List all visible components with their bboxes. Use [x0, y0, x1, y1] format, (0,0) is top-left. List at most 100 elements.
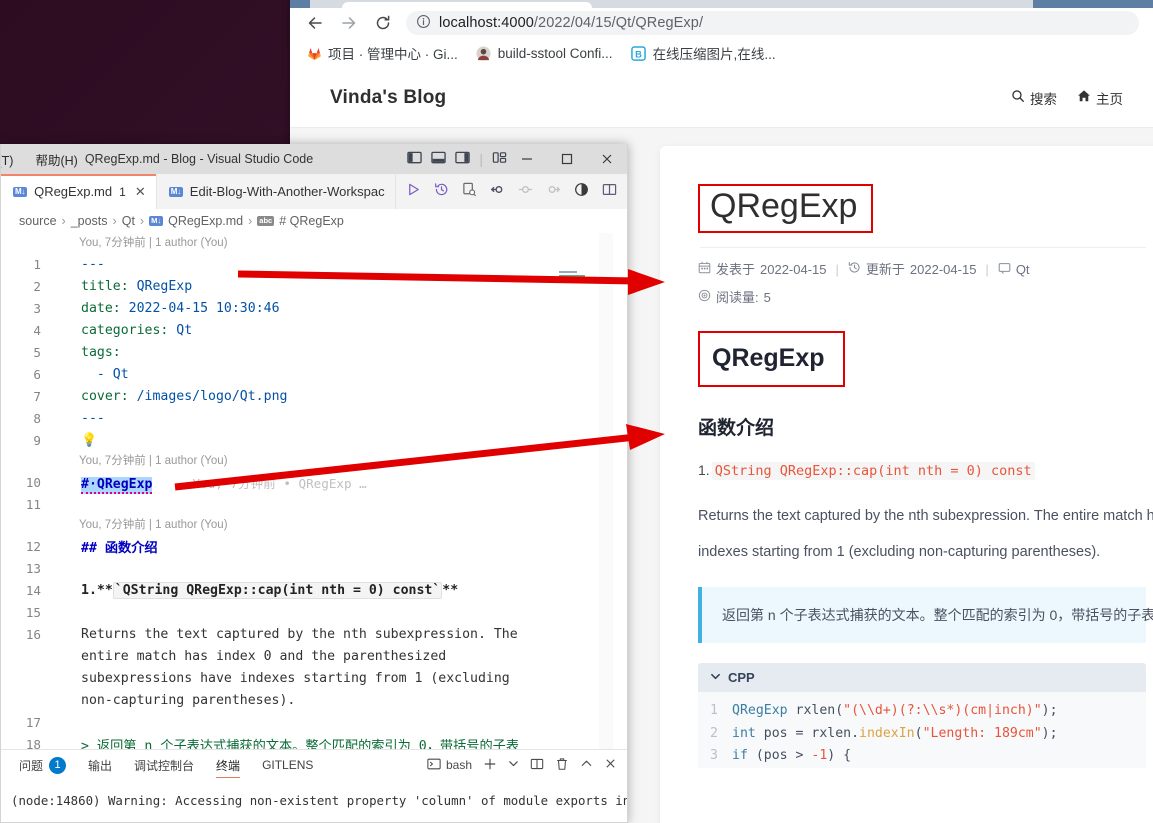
git-codelens[interactable]: You, 7分钟前 | 1 author (You)	[1, 451, 627, 471]
open-preview-icon[interactable]	[462, 182, 477, 202]
editor-line[interactable]: entire match has index 0 and the parenth…	[1, 645, 627, 667]
editor-scrollbar[interactable]	[599, 233, 613, 749]
split-editor-icon[interactable]	[602, 182, 617, 202]
code-editor[interactable]: You, 7分钟前 | 1 author (You) 1 --- 2 title: QR…	[1, 233, 627, 749]
article-paragraph-line-1: Returns the text captured by the nth sub…	[698, 507, 1153, 524]
panel-right-icon[interactable]	[455, 150, 471, 168]
line-content[interactable]: non-capturing parentheses).	[53, 693, 295, 708]
site-info-icon[interactable]	[416, 14, 431, 33]
layout-grid-icon[interactable]	[492, 150, 507, 168]
git-node-next-icon[interactable]	[546, 182, 561, 202]
close-icon[interactable]	[604, 757, 617, 773]
line-content[interactable]: ---	[53, 411, 105, 426]
bookmark-item[interactable]: build-sstool Confi...	[476, 45, 613, 61]
line-content[interactable]: #·QRegExp You, 7分钟前 • QRegExp …	[53, 473, 367, 494]
panel-tab-gitlens[interactable]: GITLENS	[262, 750, 313, 780]
menu-terminal[interactable]: 端(T)	[1, 150, 13, 169]
line-content[interactable]: date: 2022-04-15 10:30:46	[53, 301, 280, 316]
editor-line[interactable]: 10 #·QRegExp You, 7分钟前 • QRegExp …	[1, 471, 627, 494]
line-content[interactable]: title: QRegExp	[53, 279, 192, 294]
editor-line[interactable]: 17	[1, 711, 627, 733]
line-content[interactable]: subexpressions have indexes starting fro…	[53, 671, 510, 686]
forward-arrow-icon[interactable]	[332, 8, 366, 38]
breadcrumb-item-source[interactable]: source	[19, 214, 57, 228]
bookmark-item[interactable]: 项目 · 管理中心 · Gi...	[306, 43, 458, 63]
panel-tab-debug-console[interactable]: 调试控制台	[134, 750, 194, 780]
address-bar[interactable]: localhost:4000/2022/04/15/Qt/QRegExp/	[406, 11, 1139, 35]
half-circle-icon[interactable]	[574, 182, 589, 202]
editor-line[interactable]: 9 💡	[1, 429, 627, 451]
editor-line[interactable]: 18 > 返回第 n 个子表达式捕获的文本。整个匹配的索引为 0，带括号的子表	[1, 733, 627, 750]
git-codelens[interactable]: You, 7分钟前 | 1 author (You)	[1, 233, 627, 253]
nav-home[interactable]: 主页	[1077, 88, 1123, 108]
panel-tab-terminal[interactable]: 终端	[216, 750, 241, 780]
tab-qregexp-md[interactable]: M↓ QRegExp.md 1 ✕	[1, 174, 157, 209]
git-codelens[interactable]: You, 7分钟前 | 1 author (You)	[1, 515, 627, 535]
breadcrumb-item-file[interactable]: QRegExp.md	[168, 214, 243, 228]
tab-close-icon[interactable]: ✕	[135, 184, 146, 200]
bookmark-item[interactable]: B 在线压缩图片,在线...	[631, 43, 776, 63]
meta-separator: |	[985, 262, 989, 278]
editor-line[interactable]: 2 title: QRegExp	[1, 275, 627, 297]
breadcrumb-item-posts[interactable]: _posts	[71, 214, 108, 228]
editor-line[interactable]: 6 - Qt	[1, 363, 627, 385]
editor-lines[interactable]: You, 7分钟前 | 1 author (You) 1 --- 2 title: QR…	[1, 233, 627, 749]
back-arrow-icon[interactable]	[298, 8, 332, 38]
maximize-icon[interactable]	[547, 144, 587, 174]
breadcrumb-item-symbol[interactable]: # QRegExp	[279, 214, 344, 228]
line-content[interactable]: 💡	[53, 433, 97, 448]
editor-line[interactable]: 12 ## 函数介绍	[1, 535, 627, 557]
editor-line[interactable]: 3 date: 2022-04-15 10:30:46	[1, 297, 627, 319]
code-block-header[interactable]: CPP	[698, 663, 1146, 693]
new-terminal-icon[interactable]	[483, 757, 497, 774]
line-content[interactable]: tags:	[53, 345, 121, 360]
terminal-output[interactable]: (node:14860) Warning: Accessing non-exis…	[1, 780, 627, 811]
editor-line[interactable]: 13	[1, 557, 627, 579]
editor-line[interactable]: 16 Returns the text captured by the nth s…	[1, 623, 627, 645]
timeline-icon[interactable]	[434, 182, 449, 202]
editor-line[interactable]: 8 ---	[1, 407, 627, 429]
line-content[interactable]: Returns the text captured by the nth sub…	[53, 627, 518, 642]
menu-help[interactable]: 帮助(H)	[35, 150, 77, 169]
close-icon[interactable]	[587, 144, 627, 174]
editor-minimap[interactable]	[553, 233, 613, 749]
panel-tab-output[interactable]: 输出	[88, 750, 112, 780]
breadcrumb-item-qt[interactable]: Qt	[122, 214, 135, 228]
nav-search[interactable]: 搜索	[1011, 88, 1057, 108]
editor-line[interactable]: 15	[1, 601, 627, 623]
category-meta[interactable]: Qt	[998, 260, 1030, 280]
editor-line[interactable]: 7 cover: /images/logo/Qt.png	[1, 385, 627, 407]
split-terminal-icon[interactable]	[530, 757, 544, 774]
editor-line[interactable]: 5 tags:	[1, 341, 627, 363]
editor-line[interactable]: 4 categories: Qt	[1, 319, 627, 341]
chevron-down-icon[interactable]	[710, 670, 721, 685]
line-content[interactable]: - Qt	[53, 367, 129, 382]
editor-line[interactable]: 1 ---	[1, 253, 627, 275]
chevron-down-icon[interactable]	[508, 758, 519, 772]
reload-icon[interactable]	[366, 8, 400, 38]
panel-left-icon[interactable]	[407, 150, 423, 168]
site-title[interactable]: Vinda's Blog	[330, 87, 446, 109]
editor-line[interactable]: 11	[1, 493, 627, 515]
terminal-shell-selector[interactable]: bash	[427, 757, 472, 774]
line-content[interactable]: cover: /images/logo/Qt.png	[53, 389, 287, 404]
panel-tab-problems[interactable]: 问题 1	[19, 750, 67, 780]
panel-bottom-icon[interactable]	[431, 150, 447, 168]
line-content[interactable]: 1.** `QString QRegExp::cap(int nth = 0) c…	[53, 581, 458, 599]
editor-line[interactable]: subexpressions have indexes starting fro…	[1, 667, 627, 689]
line-content[interactable]: entire match has index 0 and the parenth…	[53, 649, 446, 664]
chevron-up-icon[interactable]	[580, 757, 593, 773]
run-icon[interactable]	[406, 182, 421, 202]
tab-edit-blog-with-another-workspace[interactable]: M↓ Edit-Blog-With-Another-Workspac	[156, 174, 396, 209]
line-content[interactable]: ## 函数介绍	[53, 537, 158, 556]
line-content[interactable]: > 返回第 n 个子表达式捕获的文本。整个匹配的索引为 0，带括号的子表	[53, 735, 519, 750]
git-commit-icon[interactable]	[490, 182, 505, 202]
git-node-prev-icon[interactable]	[518, 182, 533, 202]
line-content[interactable]: ---	[53, 257, 105, 272]
editor-line[interactable]: non-capturing parentheses).	[1, 689, 627, 711]
minimize-icon[interactable]	[507, 144, 547, 174]
line-content[interactable]: categories: Qt	[53, 323, 192, 338]
browser-tab-strip[interactable]	[290, 0, 1153, 8]
editor-line[interactable]: 14 1.** `QString QRegExp::cap(int nth = 0)…	[1, 579, 627, 601]
kill-terminal-icon[interactable]	[555, 757, 569, 774]
